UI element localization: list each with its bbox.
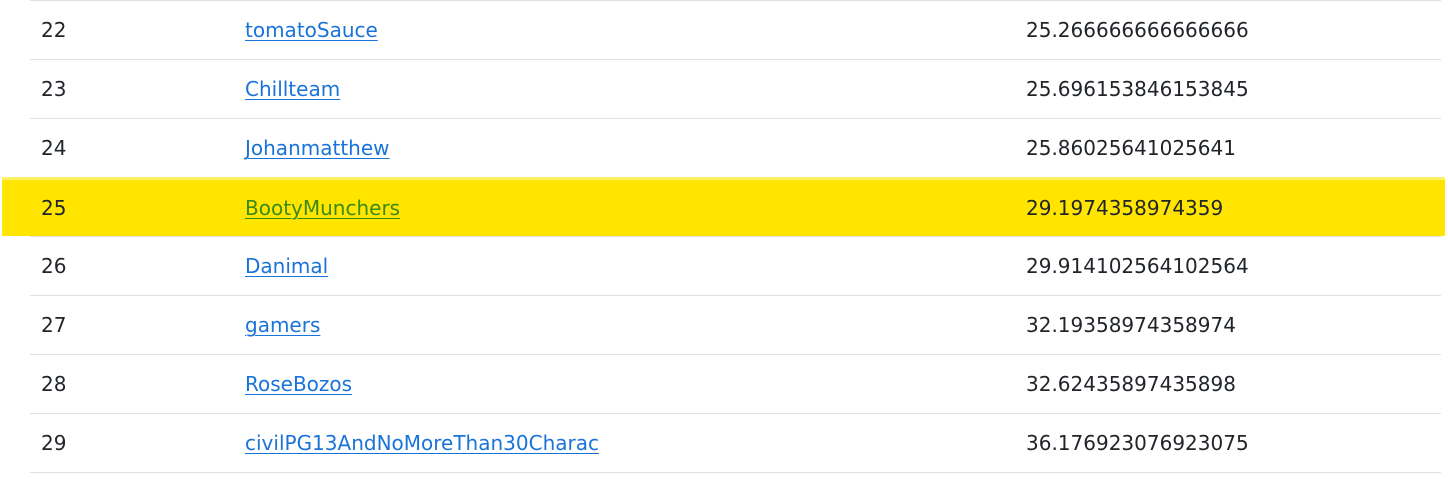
table-row: 23 Chillteam 25.696153846153845	[30, 59, 1441, 118]
score-cell: 32.62435897435898	[1026, 372, 1236, 396]
table-row: 24 Johanmatthew 25.86025641025641	[30, 118, 1441, 177]
score-cell: 25.696153846153845	[1026, 77, 1249, 101]
table-row: 29 civilPG13AndNoMoreThan30Charac 36.176…	[30, 413, 1441, 473]
table-row: 22 tomatoSauce 25.266666666666666	[30, 0, 1441, 59]
team-link[interactable]: Johanmatthew	[245, 136, 390, 160]
rank-cell: 24	[41, 136, 67, 160]
team-link[interactable]: tomatoSauce	[245, 18, 378, 42]
team-link[interactable]: Danimal	[245, 254, 328, 278]
score-cell: 25.86025641025641	[1026, 136, 1236, 160]
score-cell: 36.176923076923075	[1026, 431, 1249, 455]
team-link[interactable]: civilPG13AndNoMoreThan30Charac	[245, 431, 599, 455]
leaderboard-table: 22 tomatoSauce 25.266666666666666 23 Chi…	[2, 0, 1445, 473]
team-link[interactable]: RoseBozos	[245, 372, 352, 396]
score-cell: 32.19358974358974	[1026, 313, 1236, 337]
rank-cell: 22	[41, 18, 67, 42]
rank-cell: 28	[41, 372, 67, 396]
team-link[interactable]: BootyMunchers	[245, 196, 400, 220]
score-cell: 25.266666666666666	[1026, 18, 1249, 42]
rank-cell: 23	[41, 77, 67, 101]
rank-cell: 29	[41, 431, 67, 455]
table-row: 26 Danimal 29.914102564102564	[30, 236, 1441, 295]
rank-cell: 27	[41, 313, 67, 337]
rank-cell: 26	[41, 254, 67, 278]
rank-cell: 25	[41, 195, 67, 220]
score-cell: 29.914102564102564	[1026, 254, 1249, 278]
score-cell: 29.1974358974359	[1026, 195, 1224, 220]
table-row: 28 RoseBozos 32.62435897435898	[30, 354, 1441, 413]
highlighted-table-row: 25 BootyMunchers 29.1974358974359	[2, 177, 1445, 236]
table-row: 27 gamers 32.19358974358974	[30, 295, 1441, 354]
team-link[interactable]: gamers	[245, 313, 320, 337]
team-link[interactable]: Chillteam	[245, 77, 340, 101]
